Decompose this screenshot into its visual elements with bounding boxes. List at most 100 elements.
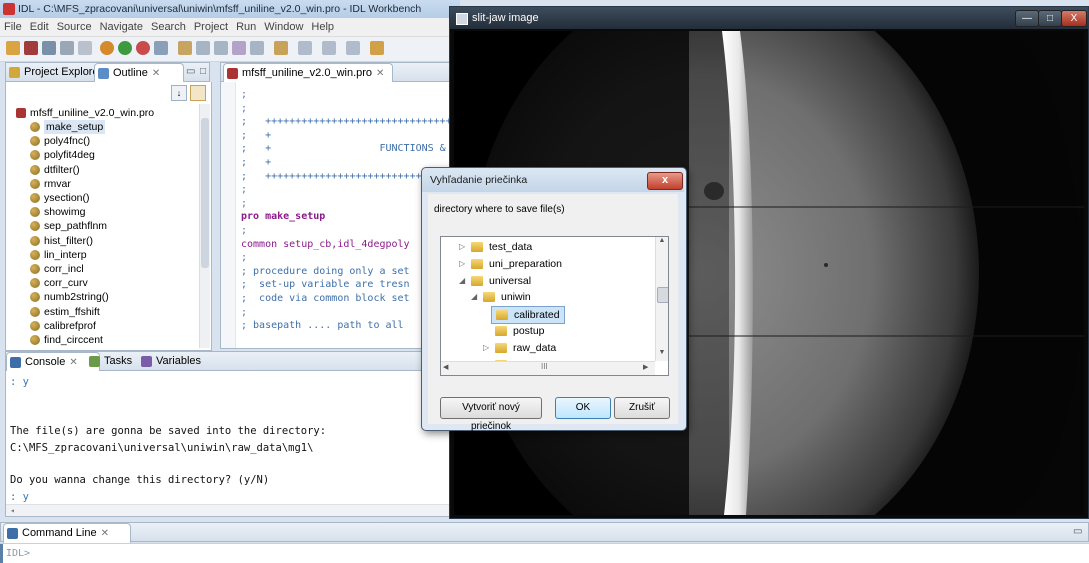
close-icon[interactable]: ✕ [69,357,77,368]
close-icon[interactable]: ✕ [101,528,109,539]
outline-item[interactable]: rmvar [30,177,71,191]
outline-item[interactable]: dtfilter() [30,163,80,177]
outline-item[interactable]: corr_incl [30,262,84,276]
tab-outline-label: Outline [113,67,148,79]
folder-tree[interactable]: ▷ test_data ▷ uni_preparation ◢ universal ◢ uni… [440,236,669,376]
maximize-button[interactable]: □ [1038,10,1062,27]
menu-source[interactable]: Source [53,18,96,36]
menu-help[interactable]: Help [307,18,338,36]
menu-search[interactable]: Search [147,18,190,36]
open-icon[interactable] [42,41,56,55]
folder-tree-item[interactable]: ◢ universal [459,273,535,289]
step-icon[interactable] [154,41,168,55]
ok-button[interactable]: OK [555,397,611,419]
folder-tree-item[interactable]: ▷ raw_data [483,340,560,356]
tree-vscrollbar[interactable]: ▲ ▼ [655,237,668,361]
outline-item[interactable]: ysection() [30,191,90,205]
save-icon[interactable] [60,41,74,55]
minimize-icon[interactable]: ▭ [186,66,195,77]
outline-root[interactable]: mfsff_uniline_v2.0_win.pro [16,106,154,120]
outline-item[interactable]: numb2string() [30,290,109,304]
minimize-icon[interactable]: ▭ [1073,526,1082,537]
pen-icon[interactable] [274,41,288,55]
outline-scrollbar[interactable] [199,104,210,348]
clipboard-icon[interactable] [232,41,246,55]
next-annotation-icon[interactable] [298,41,312,55]
new-folder-icon[interactable] [6,41,20,55]
tab-variables[interactable]: Variables [138,352,226,372]
menu-project[interactable]: Project [190,18,232,36]
maximize-icon[interactable]: □ [200,66,206,77]
cancel-button[interactable]: Zrušiť [614,397,670,419]
reset-icon[interactable] [250,41,264,55]
expand-arrow-icon[interactable]: ▷ [459,256,465,272]
console-output[interactable]: : y The file(s) are gonna be saved into t… [5,371,458,517]
outline-item[interactable]: showimg [30,205,85,219]
scroll-up-icon[interactable]: ▲ [656,237,668,244]
code-line: common setup_cb,idl_4degpoly [241,238,410,250]
tab-command-line[interactable]: Command Line ✕ [3,523,131,544]
outline-item[interactable]: lin_interp [30,248,87,262]
outline-item[interactable]: polyfit4deg [30,148,95,162]
folder-tree-item[interactable]: ▷ test_data [459,239,536,255]
close-icon[interactable]: ✕ [152,68,160,79]
sort-icon[interactable]: ↓ [171,85,187,101]
menu-window[interactable]: Window [260,18,307,36]
run-icon[interactable] [118,41,132,55]
expand-arrow-icon[interactable]: ▷ [483,340,489,356]
idl-prompt: IDL> [6,548,31,559]
outline-item-label: ysection() [44,192,90,204]
outline-item[interactable]: estim_ffshift [30,305,100,319]
collapse-arrow-icon[interactable]: ◢ [471,289,477,305]
print-icon[interactable] [78,41,92,55]
tab-outline[interactable]: Outline ✕ [94,63,184,84]
console-line: : y [10,376,29,388]
minimize-button[interactable]: — [1015,10,1039,27]
step-into-icon[interactable] [178,41,192,55]
outline-item-label: find_circcent [44,334,103,346]
tree-hscrollbar[interactable]: ◀ III ▶ [441,361,655,375]
folder-tree-item[interactable]: postup [491,323,549,339]
tab-editor-file[interactable]: mfsff_uniline_v2.0_win.pro ✕ [223,63,393,84]
stop-icon[interactable] [136,41,150,55]
outline-item[interactable]: hist_filter() [30,234,93,248]
new-file-icon[interactable] [24,41,38,55]
prev-annotation-icon[interactable] [322,41,336,55]
menu-navigate[interactable]: Navigate [96,18,147,36]
forward-icon[interactable] [370,41,384,55]
collapse-arrow-icon[interactable]: ◢ [459,273,465,289]
scroll-down-icon[interactable]: ▼ [656,349,668,356]
tree-hscroll-thumb[interactable]: III [541,362,548,371]
outline-item[interactable]: corr_curv [30,276,88,290]
command-line-input[interactable]: IDL> [0,543,1089,563]
folder-tree-item[interactable]: calibrated [491,306,565,325]
menu-edit[interactable]: Edit [26,18,53,36]
close-icon[interactable]: ✕ [376,68,384,79]
tree-vscroll-thumb[interactable] [657,287,668,303]
outline-item[interactable]: find_circcent [30,333,103,347]
new-folder-button[interactable]: Vytvoriť nový priečinok [440,397,542,432]
outline-scroll-thumb[interactable] [201,118,209,268]
folder-icon [471,258,483,269]
console-hscrollbar[interactable]: ◂ [6,504,457,516]
debug-icon[interactable] [100,41,114,55]
outline-item[interactable]: make_setup [30,120,106,134]
scroll-right-icon[interactable]: ▶ [643,363,648,371]
outline-item[interactable]: calibrefprof [30,319,96,333]
expand-arrow-icon[interactable]: ▷ [459,239,465,255]
close-button[interactable]: X [1061,10,1087,27]
scroll-left-icon[interactable]: ◀ [443,363,448,371]
menu-file[interactable]: File [0,18,26,36]
menu-run[interactable]: Run [232,18,260,36]
outline-item[interactable]: poly4fnc() [30,134,90,148]
back-icon[interactable] [346,41,360,55]
outline-item[interactable]: sep_pathflnm [30,219,107,233]
step-return-icon[interactable] [214,41,228,55]
code-line: ; [241,306,248,318]
folder-tree-item[interactable]: ◢ uniwin [471,289,535,305]
code-line: ; + [241,157,272,168]
folder-tree-item[interactable]: ▷ uni_preparation [459,256,566,272]
dialog-close-button[interactable]: x [647,172,683,190]
filter-icon[interactable] [190,85,206,101]
step-over-icon[interactable] [196,41,210,55]
